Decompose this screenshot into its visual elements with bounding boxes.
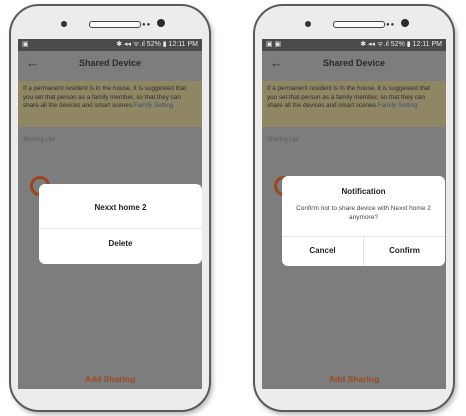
family-notice: If a permanent resident is in the house,… — [262, 81, 446, 127]
camera-icon — [401, 19, 409, 27]
delete-dialog: Nexxt home 2 Delete — [39, 184, 202, 264]
phone-right: ●● ▣ ▣ ✱ ◂◂ ᯤ.ıl 52% ▮ 12:11 PM ← Shared… — [253, 4, 455, 412]
confirm-button[interactable]: Confirm — [364, 237, 445, 266]
sharing-list-label: Sharing List — [267, 137, 299, 143]
sensor-dot — [61, 21, 67, 27]
delete-button[interactable]: Delete — [39, 229, 202, 263]
dialog-title: Notification — [341, 187, 386, 196]
cancel-button[interactable]: Cancel — [282, 237, 364, 266]
phone-left: ●● ▣ ✱ ◂◂ ᯤ.ıl 52% ▮ 12:11 PM ← Shared D… — [9, 4, 211, 412]
camera-icon — [157, 19, 165, 27]
family-notice: If a permanent resident is in the house,… — [18, 81, 202, 127]
status-left-icons: ▣ — [22, 41, 29, 48]
status-left-icons: ▣ ▣ — [266, 41, 282, 48]
family-setting-link[interactable]: Family Setting — [378, 102, 418, 109]
family-setting-link[interactable]: Family Setting — [134, 102, 174, 109]
page-title: Shared Device — [322, 58, 386, 68]
sensor-dots: ●● — [142, 22, 152, 28]
app-bar: ← Shared Device — [18, 51, 202, 77]
notification-dialog: Notification Confirm not to share device… — [282, 176, 445, 266]
sensor-dot — [305, 21, 311, 27]
add-sharing-button[interactable]: Add Sharing — [18, 374, 202, 384]
add-sharing-button[interactable]: Add Sharing — [262, 374, 446, 384]
dialog-buttons: Cancel Confirm — [282, 236, 445, 266]
speaker-grille — [333, 21, 385, 28]
page-title: Shared Device — [78, 58, 142, 68]
status-bar: ▣ ✱ ◂◂ ᯤ.ıl 52% ▮ 12:11 PM — [18, 39, 202, 51]
status-bar: ▣ ▣ ✱ ◂◂ ᯤ.ıl 52% ▮ 12:11 PM — [262, 39, 446, 51]
screen: ▣ ✱ ◂◂ ᯤ.ıl 52% ▮ 12:11 PM ← Shared Devi… — [18, 39, 202, 389]
dialog-title: Nexxt home 2 — [39, 184, 202, 229]
app-bar: ← Shared Device — [262, 51, 446, 77]
screen: ▣ ▣ ✱ ◂◂ ᯤ.ıl 52% ▮ 12:11 PM ← Shared De… — [262, 39, 446, 389]
status-right-info: ✱ ◂◂ ᯤ.ıl 52% ▮ 12:11 PM — [116, 41, 198, 48]
sensor-dots: ●● — [386, 22, 396, 28]
dialog-message: Confirm not to share device with Nexxt h… — [296, 205, 431, 221]
status-right-info: ✱ ◂◂ ᯤ.ıl 52% ▮ 12:11 PM — [360, 41, 442, 48]
speaker-grille — [89, 21, 141, 28]
sharing-list-label: Sharing List — [23, 137, 55, 143]
